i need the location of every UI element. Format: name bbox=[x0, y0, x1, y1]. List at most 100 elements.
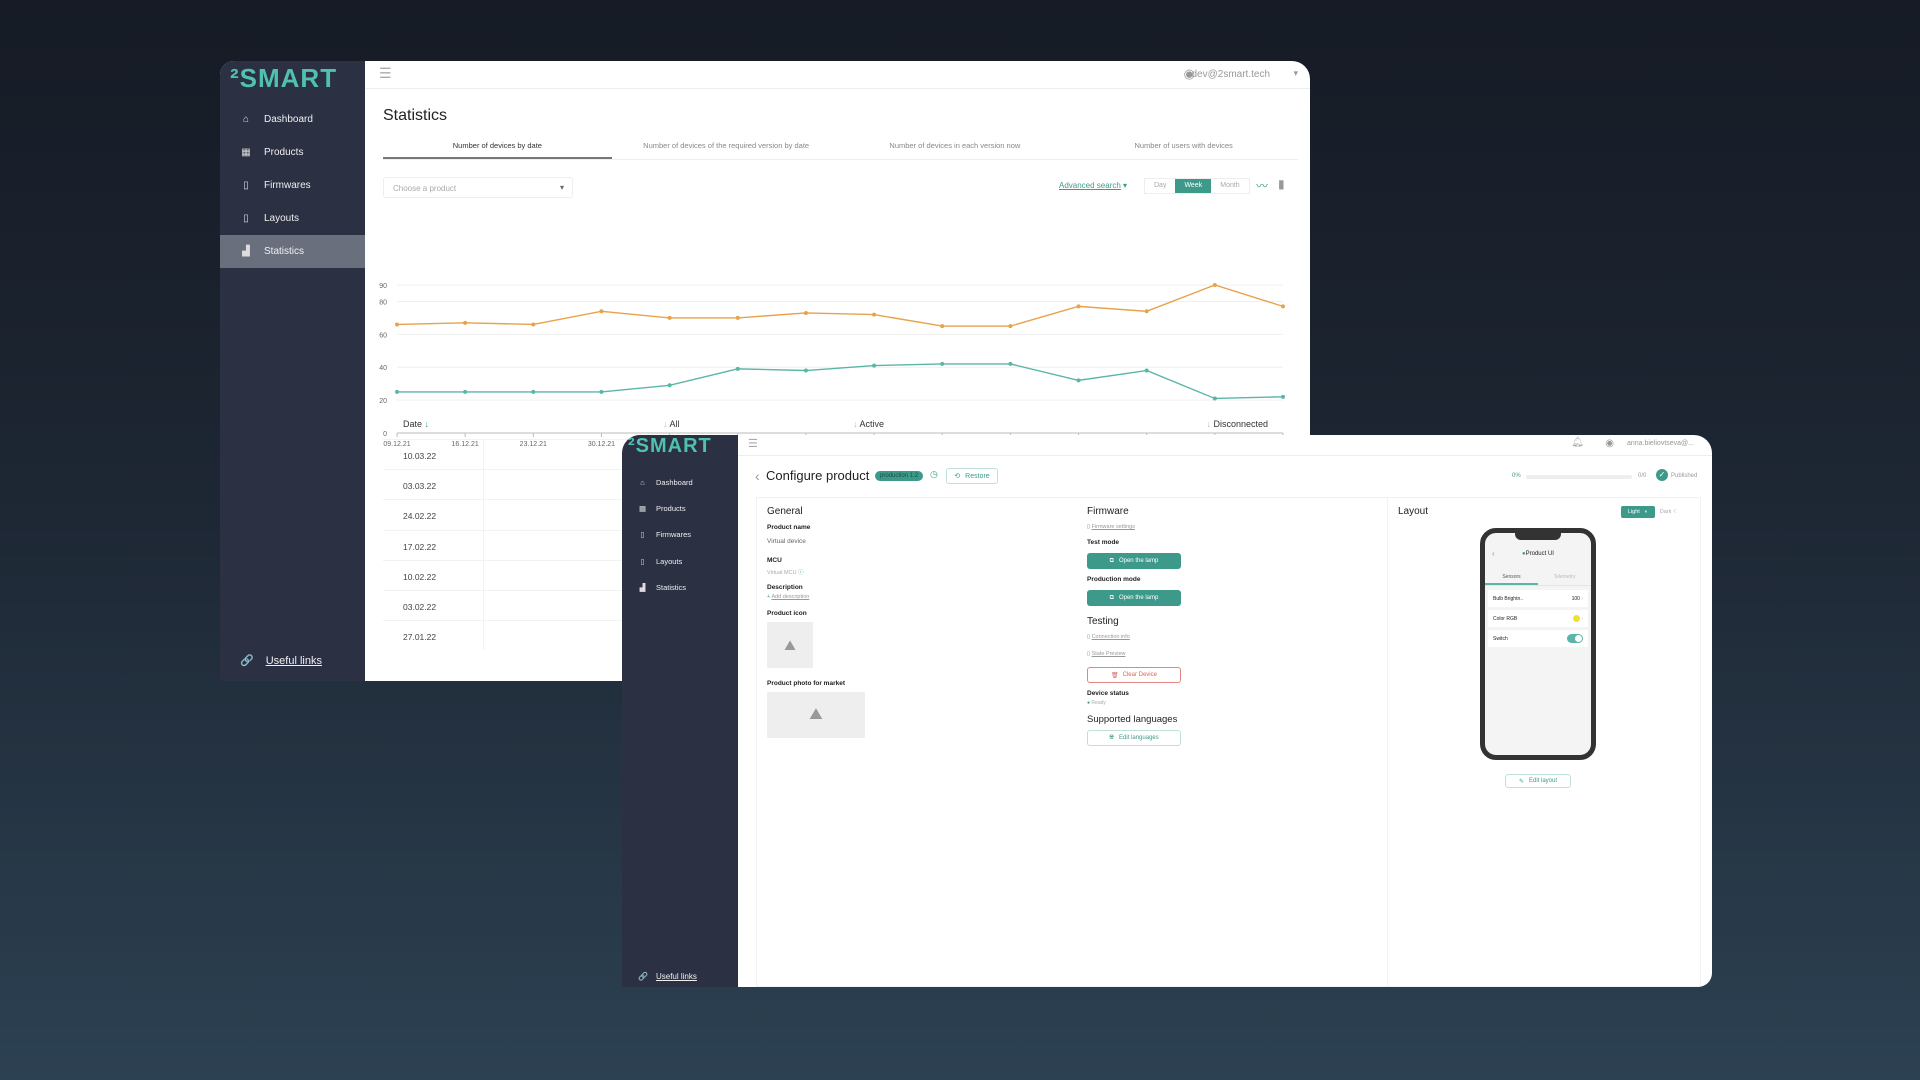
data-point-active[interactable] bbox=[803, 368, 808, 373]
tab-0[interactable]: Number of devices by date bbox=[383, 137, 612, 159]
theme-light-button[interactable]: Light ◐ bbox=[1621, 506, 1655, 518]
date-cell: 24.02.22 bbox=[403, 511, 437, 522]
data-point-disconnected[interactable] bbox=[599, 309, 604, 314]
data-point-active[interactable] bbox=[1076, 378, 1081, 383]
product-select[interactable]: Choose a product ▾ bbox=[383, 177, 573, 198]
menu-toggle-icon[interactable]: ☰ bbox=[379, 65, 392, 82]
advanced-search-link[interactable]: Advanced search ▾ bbox=[1059, 181, 1127, 190]
tab-1[interactable]: Number of devices of the required versio… bbox=[612, 137, 841, 159]
column-header-disconnected[interactable]: ↓ Disconnected bbox=[1206, 419, 1268, 429]
header: ☰ ◉ dev@2smart.tech ▾ bbox=[365, 61, 1310, 89]
data-point-disconnected[interactable] bbox=[872, 312, 877, 317]
data-point-disconnected[interactable] bbox=[1144, 309, 1149, 314]
languages-heading: Supported languages bbox=[1087, 714, 1178, 725]
phone-row-switch[interactable]: Switch bbox=[1488, 630, 1588, 647]
data-point-disconnected[interactable] bbox=[667, 315, 672, 320]
date-cell: 10.02.22 bbox=[403, 571, 437, 582]
data-point-disconnected[interactable] bbox=[395, 322, 399, 327]
useful-links[interactable]: 🔗 Useful links bbox=[240, 654, 322, 668]
sidebar-item-firmwares[interactable]: ▯ Firmwares bbox=[622, 522, 738, 548]
data-point-active[interactable] bbox=[1008, 361, 1013, 366]
tab-2[interactable]: Number of devices in each version now bbox=[841, 137, 1070, 159]
clear-device-button[interactable]: 🗑︎ Clear Device bbox=[1087, 667, 1181, 683]
menu-toggle-icon[interactable]: ☰ bbox=[748, 437, 758, 450]
data-point-disconnected[interactable] bbox=[531, 322, 536, 327]
state-preview-link[interactable]: ▯ State Preview bbox=[1087, 651, 1287, 657]
line-chart-icon[interactable]: 〰 bbox=[1256, 177, 1268, 194]
tab-3[interactable]: Number of users with devices bbox=[1069, 137, 1298, 159]
phone-tab-telemetry[interactable]: Telemetry bbox=[1538, 571, 1591, 585]
sidebar-item-statistics[interactable]: ▟ Statistics bbox=[220, 235, 365, 268]
sidebar-item-products[interactable]: ▦ Products bbox=[622, 495, 738, 521]
data-point-active[interactable] bbox=[1281, 394, 1285, 399]
cell-divider bbox=[483, 470, 484, 500]
edit-layout-button[interactable]: ✎ Edit layout bbox=[1505, 774, 1571, 788]
open-lamp-test-button[interactable]: ⧉ Open the lamp bbox=[1087, 553, 1181, 569]
data-point-disconnected[interactable] bbox=[1008, 324, 1013, 329]
sidebar-item-dashboard[interactable]: ⌂ Dashboard bbox=[220, 103, 365, 136]
logo: ²SMART bbox=[230, 63, 338, 93]
user-menu-chevron-icon[interactable]: ▾ bbox=[1293, 68, 1298, 79]
sidebar-item-products[interactable]: ▦ Products bbox=[220, 136, 365, 169]
switch-toggle[interactable] bbox=[1567, 634, 1583, 643]
user-email[interactable]: dev@2smart.tech bbox=[1191, 69, 1270, 80]
data-point-active[interactable] bbox=[463, 389, 468, 394]
sidebar-item-firmwares[interactable]: ▯ Firmwares bbox=[220, 169, 365, 202]
useful-links-label[interactable]: Useful links bbox=[656, 972, 697, 981]
column-header-active[interactable]: ↓ Active bbox=[853, 419, 884, 429]
open-lamp-production-button[interactable]: ⧉ Open the lamp bbox=[1087, 590, 1181, 606]
data-point-disconnected[interactable] bbox=[1076, 304, 1081, 309]
connection-info-link[interactable]: ▯ Connection info bbox=[1087, 634, 1287, 640]
bell-icon[interactable]: 🔔︎ bbox=[1571, 437, 1584, 448]
add-description-link[interactable]: + Add description bbox=[767, 594, 1067, 600]
data-point-active[interactable] bbox=[1212, 396, 1217, 401]
product-photo-upload[interactable]: ⛰ bbox=[767, 692, 865, 738]
period-week-button[interactable]: Week bbox=[1175, 179, 1212, 193]
data-point-active[interactable] bbox=[395, 389, 399, 394]
period-month-button[interactable]: Month bbox=[1211, 179, 1248, 193]
color-swatch bbox=[1572, 615, 1580, 622]
sidebar-item-statistics[interactable]: ▟ Statistics bbox=[622, 574, 738, 600]
data-point-active[interactable] bbox=[667, 383, 672, 388]
data-point-disconnected[interactable] bbox=[940, 324, 945, 329]
period-day-button[interactable]: Day bbox=[1145, 179, 1175, 193]
sidebar-item-layouts[interactable]: ▯ Layouts bbox=[220, 202, 365, 235]
data-point-disconnected[interactable] bbox=[1281, 304, 1285, 309]
sidebar-item-dashboard[interactable]: ⌂ Dashboard bbox=[622, 469, 738, 495]
history-icon[interactable]: ◷ bbox=[930, 469, 938, 480]
data-point-disconnected[interactable] bbox=[735, 315, 740, 320]
sidebar-item-label: Dashboard bbox=[656, 477, 693, 487]
bar-chart-icon[interactable]: ▮ bbox=[1278, 177, 1285, 191]
theme-dark-button[interactable]: Dark ☾ bbox=[1655, 506, 1683, 518]
useful-links-label[interactable]: Useful links bbox=[266, 655, 322, 667]
sidebar-item-layouts[interactable]: ▯ Layouts bbox=[622, 548, 738, 574]
column-header-all[interactable]: ↓ All bbox=[663, 419, 680, 429]
phone-tab-sensors[interactable]: Sensors bbox=[1485, 571, 1538, 585]
edit-languages-button[interactable]: 🌐︎ Edit languages bbox=[1087, 730, 1181, 746]
phone-row-brightness[interactable]: Bulb Brightn.. 100 › bbox=[1488, 590, 1588, 607]
data-point-active[interactable] bbox=[599, 389, 604, 394]
data-point-active[interactable] bbox=[531, 389, 536, 394]
y-tick-label: 60 bbox=[379, 332, 387, 339]
data-point-disconnected[interactable] bbox=[1212, 283, 1217, 287]
back-chevron-icon[interactable]: ‹ bbox=[755, 468, 760, 484]
series-line-active bbox=[397, 363, 1284, 400]
product-icon-upload[interactable]: ⛰ bbox=[767, 622, 813, 668]
data-point-disconnected[interactable] bbox=[463, 320, 468, 325]
data-point-active[interactable] bbox=[940, 361, 945, 366]
data-point-active[interactable] bbox=[1144, 368, 1149, 373]
data-point-active[interactable] bbox=[735, 366, 740, 371]
sort-desc-icon[interactable]: ↓ bbox=[422, 419, 430, 429]
phone-row-color[interactable]: Color RGB › bbox=[1488, 610, 1588, 627]
data-point-disconnected[interactable] bbox=[803, 310, 808, 315]
useful-links[interactable]: 🔗 Useful links bbox=[638, 972, 697, 981]
info-icon[interactable]: ⓘ bbox=[798, 570, 804, 576]
product-name-value[interactable]: Virtual device bbox=[767, 538, 1067, 545]
user-email[interactable]: anna.bieliovtseva@... bbox=[1627, 440, 1694, 447]
firmware-settings-link[interactable]: ▯ Firmware settings bbox=[1087, 524, 1287, 530]
data-point-active[interactable] bbox=[872, 363, 877, 368]
sidebar-item-label: Layouts bbox=[264, 213, 300, 224]
restore-button[interactable]: ⟲ Restore bbox=[946, 468, 998, 484]
configure-product-window: ²SMART ⌂ Dashboard ▦ Products ▯ Firmwares ▯ Lay… bbox=[622, 435, 1712, 987]
column-header-date[interactable]: Date ↓ bbox=[403, 419, 429, 429]
